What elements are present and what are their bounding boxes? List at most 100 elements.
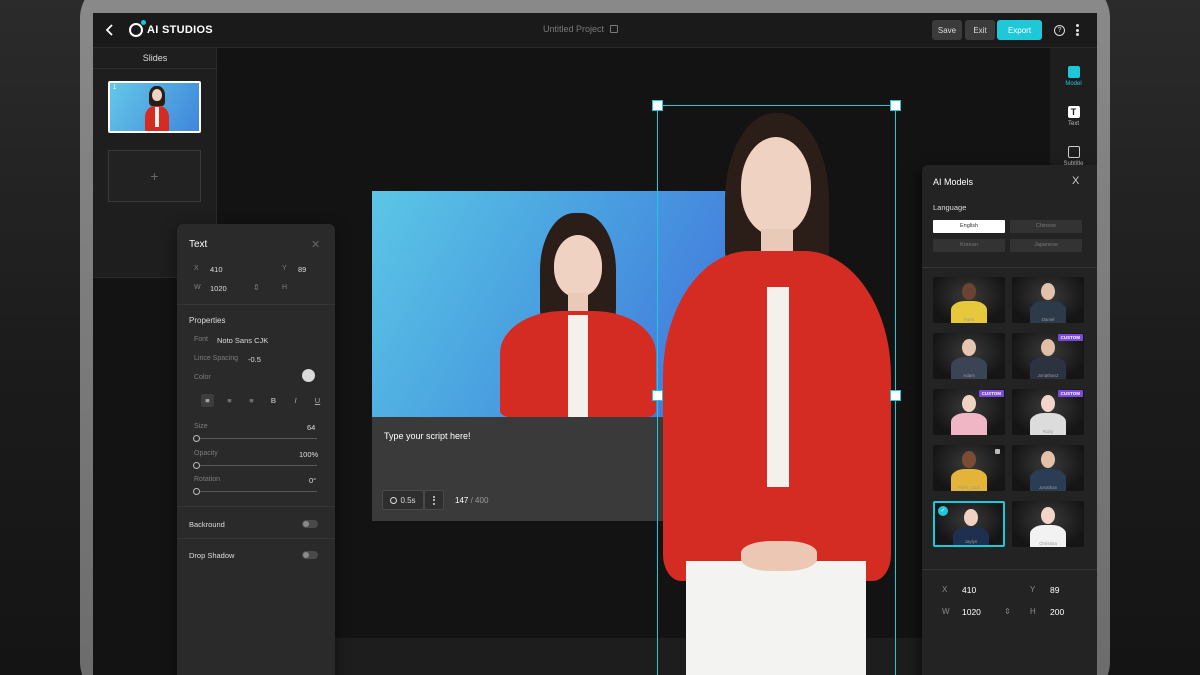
model-portrait xyxy=(964,509,978,526)
logo-icon xyxy=(129,20,146,37)
background-label: Backround xyxy=(189,520,225,529)
script-text[interactable]: Type your script here! xyxy=(384,431,471,441)
model-portrait xyxy=(1041,395,1055,412)
background-toggle[interactable] xyxy=(302,520,318,528)
color-label: Color xyxy=(194,374,211,381)
y-field[interactable]: 89 xyxy=(1050,585,1059,595)
slide-thumbnail-1[interactable]: 1 xyxy=(108,81,201,133)
model-card[interactable]: Paris_CEO xyxy=(933,445,1005,491)
help-icon[interactable]: ? xyxy=(1054,25,1065,36)
selected-avatar[interactable] xyxy=(661,111,893,675)
model-card[interactable]: Jonathan2 CUSTOM xyxy=(1012,333,1084,379)
divider xyxy=(177,304,335,305)
line-spacing-field[interactable]: -0.5 xyxy=(248,355,261,364)
char-count-max: / 400 xyxy=(470,496,489,505)
model-icon xyxy=(1067,66,1080,78)
save-button[interactable]: Save xyxy=(932,20,962,40)
close-icon[interactable]: X xyxy=(1072,175,1079,187)
bold-button[interactable]: B xyxy=(267,394,280,407)
exit-button[interactable]: Exit xyxy=(965,20,995,40)
lock-icon xyxy=(995,449,1000,454)
project-title-text: Untitled Project xyxy=(543,24,605,34)
model-card[interactable]: Christina xyxy=(1012,501,1084,547)
custom-badge: CUSTOM xyxy=(1057,334,1083,341)
y-field[interactable]: 89 xyxy=(298,265,306,274)
rotation-slider-knob[interactable] xyxy=(193,488,200,495)
model-portrait xyxy=(962,395,976,412)
model-name: Daniel xyxy=(1041,317,1055,322)
close-icon[interactable]: ✕ xyxy=(311,238,320,251)
project-title[interactable]: Untitled Project xyxy=(543,24,619,34)
h-label: H xyxy=(1030,607,1036,616)
underline-button[interactable]: U xyxy=(311,394,324,407)
font-select[interactable]: Noto Sans CJK xyxy=(217,336,268,345)
top-bar: AI STUDIOS Untitled Project Save Exit Ex… xyxy=(93,13,1097,48)
text-icon: T xyxy=(1067,106,1080,118)
opacity-value: 100% xyxy=(299,450,319,459)
w-field[interactable]: 1020 xyxy=(210,284,227,293)
x-field[interactable]: 410 xyxy=(962,585,976,595)
model-card[interactable]: Jaylyn ✓ xyxy=(933,501,1005,547)
divider xyxy=(93,68,217,69)
link-icon[interactable]: ⇕ xyxy=(253,283,260,292)
lang-korean-button[interactable]: Korean xyxy=(933,239,1005,252)
rotation-slider[interactable] xyxy=(193,488,317,495)
model-name: Paris_CEO xyxy=(957,485,981,490)
align-left-button[interactable]: ≡ xyxy=(201,394,214,407)
script-options-button[interactable] xyxy=(424,490,444,510)
properties-heading: Properties xyxy=(189,316,226,325)
model-card[interactable]: Paris xyxy=(933,277,1005,323)
align-right-button[interactable]: ≡ xyxy=(245,394,258,407)
char-count-value: 147 xyxy=(455,496,469,505)
model-card[interactable]: Jonathan xyxy=(1012,445,1084,491)
resize-handle-top-left[interactable] xyxy=(652,100,663,111)
w-field[interactable]: 1020 xyxy=(962,607,981,617)
size-value: 64 xyxy=(307,423,316,432)
export-button[interactable]: Export xyxy=(997,20,1042,40)
model-card[interactable]: Ruby CUSTOM xyxy=(1012,389,1084,435)
w-label: W xyxy=(194,284,201,291)
tool-model[interactable]: Model xyxy=(1050,66,1097,87)
opacity-slider[interactable] xyxy=(193,462,317,469)
add-slide-button[interactable]: + xyxy=(108,150,201,202)
lang-english-button[interactable]: English xyxy=(933,220,1005,233)
drop-shadow-toggle[interactable] xyxy=(302,551,318,559)
model-portrait xyxy=(962,451,976,468)
model-card[interactable]: Adam xyxy=(933,333,1005,379)
model-outfit xyxy=(951,413,987,435)
rotation-value: 0° xyxy=(309,476,317,485)
resize-handle-top-right[interactable] xyxy=(890,100,901,111)
model-name: Ruby xyxy=(1042,429,1054,434)
model-portrait xyxy=(1041,283,1055,300)
italic-button[interactable]: I xyxy=(289,394,302,407)
app-logo: AI STUDIOS xyxy=(129,20,213,38)
size-slider[interactable] xyxy=(193,435,317,442)
y-label: Y xyxy=(282,265,287,272)
divider xyxy=(922,569,1097,570)
tool-text[interactable]: T Text xyxy=(1050,106,1097,127)
color-picker[interactable] xyxy=(302,369,315,382)
tool-text-label: Text xyxy=(1067,121,1079,127)
pause-duration: 0.5s xyxy=(400,495,416,505)
panel-title: Text xyxy=(189,239,208,250)
model-card[interactable]: CUSTOM xyxy=(933,389,1005,435)
model-card[interactable]: Daniel xyxy=(1012,277,1084,323)
opacity-slider-knob[interactable] xyxy=(193,462,200,469)
lang-chinese-button[interactable]: Chinese xyxy=(1010,220,1082,233)
back-arrow-icon[interactable] xyxy=(103,22,117,38)
link-icon[interactable]: ⇕ xyxy=(1004,607,1011,616)
size-slider-knob[interactable] xyxy=(193,435,200,442)
x-field[interactable]: 410 xyxy=(210,265,223,274)
lang-japanese-button[interactable]: Japanese xyxy=(1010,239,1082,252)
h-field[interactable]: 200 xyxy=(1050,607,1064,617)
ai-models-panel: AI Models X Language English Chinese Kor… xyxy=(922,165,1097,675)
text-format-toolbar: ≡ ≡ ≡ B I U xyxy=(201,394,324,407)
more-options-icon[interactable] xyxy=(1076,24,1079,36)
tool-subtitle[interactable]: Subtitle xyxy=(1050,146,1097,167)
edit-icon[interactable] xyxy=(610,25,619,33)
w-label: W xyxy=(942,607,950,616)
pause-duration-button[interactable]: 0.5s xyxy=(382,490,424,510)
align-center-button[interactable]: ≡ xyxy=(223,394,236,407)
model-portrait xyxy=(962,339,976,356)
language-label: Language xyxy=(933,203,967,212)
